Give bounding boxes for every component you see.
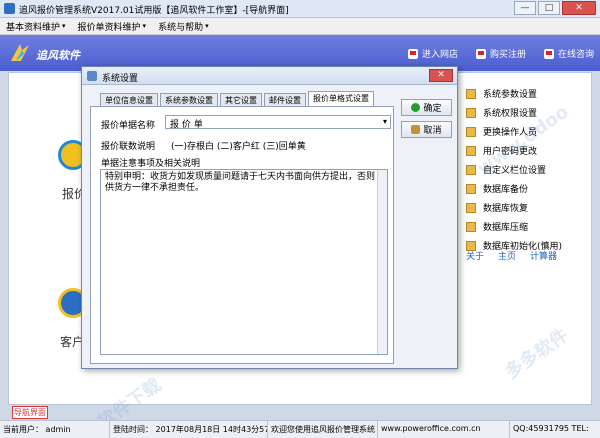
system-function-list: 系统参数设置 系统权限设置 更换操作人员 用户密码更改 自定义栏位设置 数据库备… [466, 84, 562, 255]
cancel-button[interactable]: 取消 [401, 121, 452, 138]
logo-icon [11, 44, 29, 61]
tab-system-params[interactable]: 系统参数设置 [160, 93, 218, 106]
notes-scrollbar[interactable] [377, 170, 387, 354]
user-label: 当前用户： [3, 425, 43, 434]
quote-name-select[interactable]: 报 价 单 ▾ [165, 115, 391, 130]
list-item[interactable]: 数据库压缩 [466, 217, 562, 236]
tab-email[interactable]: 邮件设置 [264, 93, 306, 106]
bottom-links: 关于 主页 计算器 [466, 249, 557, 262]
link-enter-store[interactable]: 进入网店 [407, 47, 458, 60]
link-label: 在线咨询 [557, 50, 594, 60]
dialog-titlebar: 系统设置 ✕ [82, 67, 457, 85]
notes-label: 单据注意事项及相关说明 [101, 159, 201, 169]
list-item-label: 系统参数设置 [483, 90, 538, 100]
chevron-down-icon: ▾ [62, 22, 66, 30]
folder-icon [466, 164, 476, 175]
menu-quote-data[interactable]: 报价单资料维护 ▾ [72, 18, 153, 34]
time-label: 登陆时间： [113, 425, 153, 434]
folder-icon [466, 107, 476, 118]
cancel-label: 取消 [423, 126, 442, 136]
notes-textarea[interactable]: 特别申明：收货方如发现质量问题请于七天内书面向供方提出，否则供货方一律不承担责任… [100, 169, 388, 355]
chevron-down-icon: ▾ [142, 22, 147, 30]
list-item-label: 系统权限设置 [483, 109, 538, 119]
link-online-consult[interactable]: 在线咨询 [543, 47, 594, 60]
list-item[interactable]: 数据库备份 [466, 179, 562, 198]
link-calculator[interactable]: 计算器 [530, 249, 557, 262]
status-website: www.poweroffice.com.cn [378, 421, 510, 438]
check-icon [411, 103, 421, 112]
folder-icon [466, 202, 476, 213]
name-label: 报价单据名称 [101, 121, 156, 131]
menu-label: 报价单资料维护 [77, 22, 141, 33]
window-titlebar: 追风报价管理系统V2017.01试用版【追风软件工作室】-[导航界面] — □ … [0, 0, 600, 18]
select-value: 报 价 单 [170, 120, 203, 130]
menu-system-help[interactable]: 系统与帮助 ▾ [152, 18, 215, 34]
window-title: 追风报价管理系统V2017.01试用版【追风软件工作室】-[导航界面] [19, 6, 289, 16]
status-login-time: 登陆时间： 2017年08月18日 14时43分57秒 [110, 421, 268, 438]
folder-icon [466, 126, 476, 137]
folder-icon [466, 88, 476, 99]
window-controls: — □ ✕ [514, 1, 596, 15]
maximize-button[interactable]: □ [538, 1, 560, 15]
list-item-label: 用户密码更改 [483, 147, 538, 157]
store-icon [407, 48, 418, 59]
quote-format-panel: 报价单据名称 报 价 单 ▾ 报价联数说明 (一)存根白 (二)客户红 (三)回… [90, 106, 394, 364]
linkage-value[interactable]: (一)存根白 (二)客户红 (三)回单黄 [171, 139, 306, 152]
list-item[interactable]: 系统参数设置 [466, 84, 562, 103]
system-settings-dialog: 系统设置 ✕ 单位信息设置 系统参数设置 其它设置 邮件设置 报价单格式设置 报… [81, 66, 458, 369]
menu-basic-data[interactable]: 基本资料维护 ▾ [0, 18, 72, 34]
list-item-label: 数据库备份 [483, 185, 529, 195]
tab-company-info[interactable]: 单位信息设置 [100, 93, 158, 106]
tab-quote-format[interactable]: 报价单格式设置 [308, 91, 374, 106]
settings-tabs: 单位信息设置 系统参数设置 其它设置 邮件设置 报价单格式设置 [100, 91, 374, 106]
statusbar: 当前用户： admin 登陆时间： 2017年08月18日 14时43分57秒 … [0, 420, 600, 438]
user-value: admin [45, 425, 71, 434]
menu-label: 基本资料维护 [6, 22, 61, 33]
list-item[interactable]: 自定义栏位设置 [466, 160, 562, 179]
link-about[interactable]: 关于 [466, 249, 484, 262]
status-contact: QQ:45931795 TEL: [513, 424, 589, 433]
tab-other[interactable]: 其它设置 [220, 93, 262, 106]
notes-text: 特别申明：收货方如发现质量问题请于七天内书面向供方提出，否则供货方一律不承担责任… [105, 172, 376, 193]
list-item-label: 数据库恢复 [483, 204, 529, 214]
dialog-close-button[interactable]: ✕ [429, 69, 453, 82]
chevron-down-icon: ▾ [205, 22, 209, 30]
list-item-label: 数据库压缩 [483, 223, 529, 233]
link-label: 购买注册 [489, 50, 526, 60]
link-home[interactable]: 主页 [498, 249, 516, 262]
list-item-label: 更换操作人员 [483, 128, 538, 138]
folder-icon [466, 145, 476, 156]
status-welcome: 欢迎您使用追风报价管理系统 [268, 421, 378, 438]
settings-icon [87, 71, 97, 81]
menu-label: 系统与帮助 [158, 22, 204, 33]
top-nav: 进入网店 购买注册 在线咨询 [407, 47, 594, 60]
time-value: 2017年08月18日 14时43分57秒 [155, 425, 268, 434]
close-button[interactable]: ✕ [562, 1, 596, 15]
chevron-down-icon: ▾ [382, 117, 387, 126]
menubar: 基本资料维护 ▾ 报价单资料维护 ▾ 系统与帮助 ▾ [0, 18, 600, 35]
list-item[interactable]: 用户密码更改 [466, 141, 562, 160]
list-item[interactable]: 数据库恢复 [466, 198, 562, 217]
folder-icon [466, 183, 476, 194]
link-label: 进入网店 [421, 50, 458, 60]
link-purchase-register[interactable]: 购买注册 [475, 47, 526, 60]
logo-text: 追风软件 [36, 49, 80, 62]
dialog-title: 系统设置 [102, 74, 139, 84]
tab-navigation[interactable]: 导航界面 [12, 406, 48, 419]
app-icon [4, 3, 15, 14]
list-item-label: 自定义栏位设置 [483, 166, 547, 176]
cart-icon [475, 48, 486, 59]
status-user: 当前用户： admin [0, 421, 110, 438]
linkage-label: 报价联数说明 [101, 142, 156, 152]
chat-icon [543, 48, 554, 59]
cancel-icon [411, 125, 421, 134]
list-item[interactable]: 系统权限设置 [466, 103, 562, 122]
ok-label: 确定 [423, 104, 442, 114]
folder-icon [466, 221, 476, 232]
list-item[interactable]: 更换操作人员 [466, 122, 562, 141]
minimize-button[interactable]: — [514, 1, 536, 15]
ok-button[interactable]: 确定 [401, 99, 452, 116]
